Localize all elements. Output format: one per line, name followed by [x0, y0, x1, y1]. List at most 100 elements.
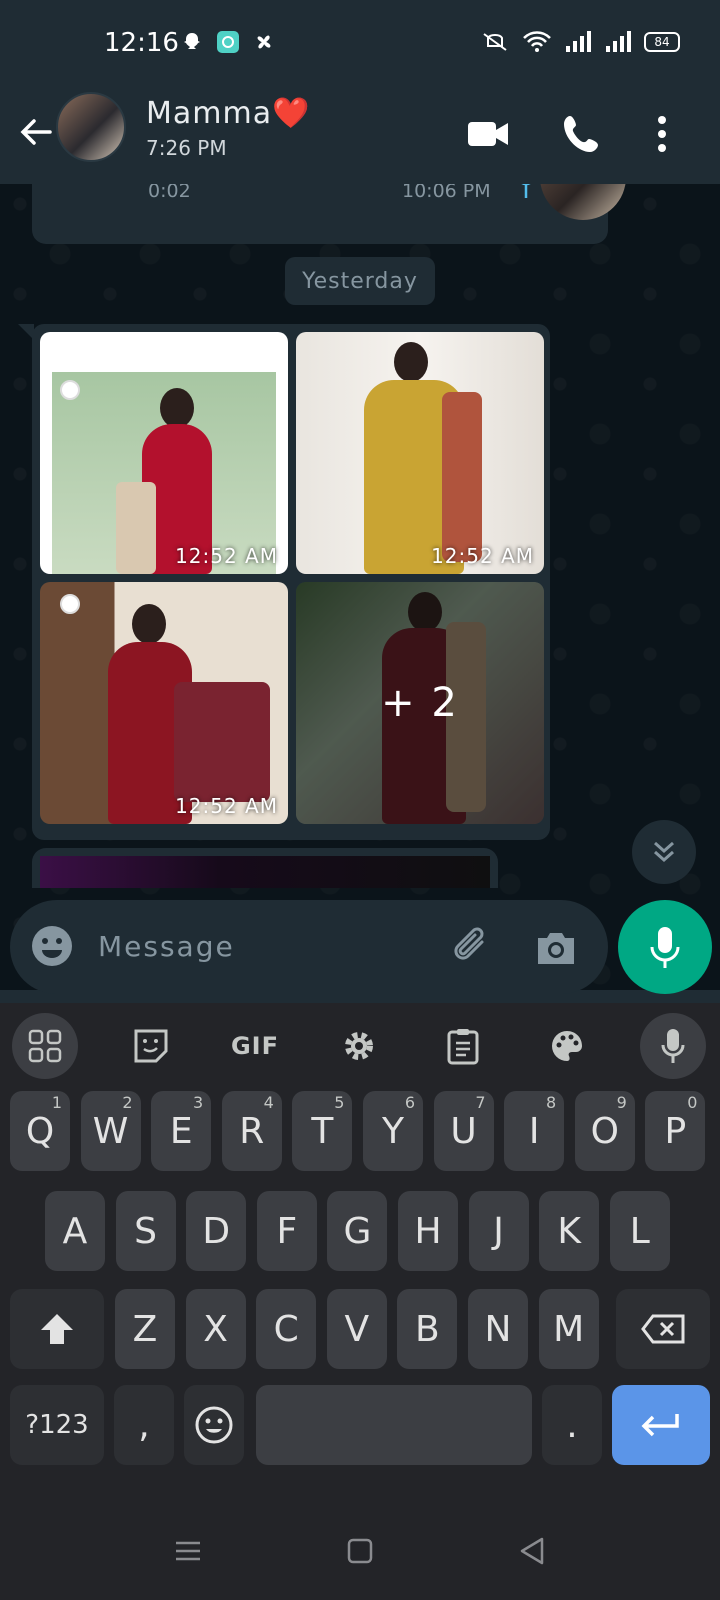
key-k[interactable]: K [539, 1191, 600, 1271]
emoji-icon [195, 1406, 233, 1444]
shift-key[interactable] [10, 1289, 104, 1369]
key-e[interactable]: E3 [151, 1091, 212, 1171]
comma-key[interactable]: , [114, 1385, 174, 1465]
key-f[interactable]: F [256, 1191, 317, 1271]
album-image-4[interactable]: + 2 [296, 582, 544, 824]
key-label: I [528, 1110, 540, 1152]
period-key[interactable]: . [542, 1385, 602, 1465]
emoji-icon[interactable] [30, 924, 74, 968]
mic-icon [521, 184, 531, 198]
chat-header: Mamma❤️ 7:26 PM [0, 90, 720, 184]
key-v[interactable]: V [326, 1289, 387, 1369]
key-label: C [273, 1308, 299, 1350]
gif-label: GIF [230, 1032, 280, 1060]
attach-icon[interactable] [450, 924, 494, 968]
voice-timestamp: 10:06 PM [402, 184, 491, 202]
wifi-icon [523, 31, 551, 52]
voice-duration: 0:02 [148, 184, 191, 202]
key-o[interactable]: O9 [574, 1091, 635, 1171]
key-label: A [62, 1210, 88, 1252]
key-label: U [450, 1110, 477, 1152]
double-chevron-down-icon [654, 841, 674, 863]
voice-record-button[interactable] [618, 900, 712, 994]
pinwheel-icon [257, 35, 271, 49]
album-image-1[interactable]: 12:52 AM [40, 332, 288, 574]
more-images-overlay[interactable]: + 2 [296, 582, 544, 824]
zoom-icon [60, 594, 80, 614]
key-z[interactable]: Z [115, 1289, 175, 1369]
key-w[interactable]: W2 [80, 1091, 141, 1171]
avatar[interactable] [56, 92, 126, 162]
key-r[interactable]: R4 [221, 1091, 282, 1171]
key-c[interactable]: C [256, 1289, 317, 1369]
back-arrow-icon[interactable] [16, 112, 56, 152]
snapchat-icon [184, 33, 200, 49]
next-message-image[interactable] [40, 856, 490, 888]
key-label: J [493, 1210, 504, 1252]
key-q[interactable]: Q1 [10, 1091, 70, 1171]
album-image-2[interactable]: 12:52 AM [296, 332, 544, 574]
voice-call-icon[interactable] [560, 112, 604, 156]
key-g[interactable]: G [327, 1191, 388, 1271]
key-x[interactable]: X [185, 1289, 246, 1369]
backspace-key[interactable] [616, 1289, 710, 1369]
key-m[interactable]: M [538, 1289, 599, 1369]
key-y[interactable]: Y6 [363, 1091, 423, 1171]
key-label: F [276, 1210, 298, 1252]
video-call-icon[interactable] [466, 112, 510, 156]
voice-typing-button[interactable] [640, 1013, 706, 1079]
status-time: 12:16 [104, 28, 179, 58]
next-message-bubble[interactable] [32, 848, 498, 888]
key-hint: 2 [122, 1093, 133, 1112]
recents-icon[interactable] [168, 1531, 208, 1571]
space-key[interactable] [256, 1385, 532, 1465]
key-label: Z [132, 1308, 158, 1350]
microphone-icon [661, 1029, 685, 1063]
settings-button[interactable] [326, 1013, 392, 1079]
voice-message-bubble[interactable]: 0:02 10:06 PM [32, 184, 626, 244]
key-l[interactable]: L [609, 1191, 670, 1271]
theme-button[interactable] [534, 1013, 600, 1079]
gif-button[interactable]: GIF [222, 1013, 288, 1079]
last-seen: 7:26 PM [146, 136, 227, 160]
date-divider: Yesterday [285, 257, 435, 305]
key-a[interactable]: A [45, 1191, 105, 1271]
back-icon[interactable] [512, 1531, 552, 1571]
key-p[interactable]: P0 [645, 1091, 706, 1171]
key-s[interactable]: S [115, 1191, 176, 1271]
key-d[interactable]: D [186, 1191, 247, 1271]
sticker-button[interactable] [118, 1013, 184, 1079]
album-image-3[interactable]: 12:52 AM [40, 582, 288, 824]
camera-icon[interactable] [534, 926, 578, 970]
signal-2-icon [606, 31, 631, 52]
key-hint: 3 [193, 1093, 204, 1112]
key-i[interactable]: I8 [504, 1091, 565, 1171]
emoji-key[interactable] [184, 1385, 244, 1465]
key-h[interactable]: H [398, 1191, 458, 1271]
scroll-to-bottom-button[interactable] [632, 820, 696, 884]
symbols-key[interactable]: ?123 [10, 1385, 104, 1465]
key-b[interactable]: B [397, 1289, 458, 1369]
key-n[interactable]: N [468, 1289, 528, 1369]
key-j[interactable]: J [468, 1191, 529, 1271]
key-u[interactable]: U7 [433, 1091, 494, 1171]
key-t[interactable]: T5 [292, 1091, 353, 1171]
chat-area[interactable]: 0:02 10:06 PM Yesterday 12:52 AM 12:52 A… [0, 184, 720, 990]
apps-grid-button[interactable] [12, 1013, 78, 1079]
keyboard-toolbar: GIF [0, 1003, 720, 1093]
clipboard-button[interactable] [430, 1013, 496, 1079]
clipboard-icon [447, 1029, 479, 1065]
enter-key[interactable] [612, 1385, 710, 1465]
message-input[interactable] [98, 918, 418, 974]
contact-name[interactable]: Mamma❤️ [146, 96, 310, 131]
navigation-bar [0, 1503, 720, 1600]
key-label: V [344, 1308, 370, 1350]
key-label: P [664, 1110, 687, 1152]
status-bar: 12:16 84 [0, 0, 720, 90]
key-hint: 8 [546, 1093, 557, 1112]
home-icon[interactable] [340, 1531, 380, 1571]
image-album-bubble: 12:52 AM 12:52 AM 12:52 AM + 2 [18, 324, 550, 840]
backspace-icon [641, 1314, 685, 1344]
more-options-icon[interactable] [640, 112, 684, 156]
key-hint: 1 [51, 1093, 62, 1112]
